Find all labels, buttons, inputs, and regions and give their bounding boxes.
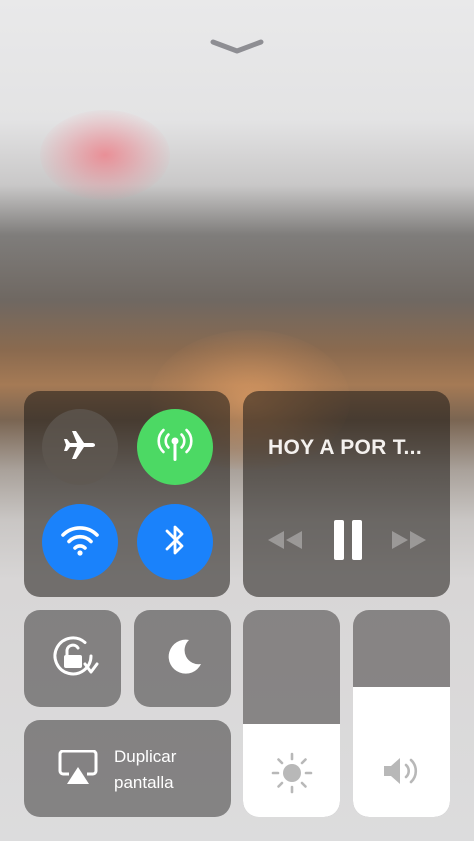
rewind-button[interactable]: [266, 528, 304, 556]
bluetooth-toggle[interactable]: [137, 504, 213, 580]
orientation-lock-button[interactable]: [24, 610, 121, 707]
wifi-toggle[interactable]: [42, 504, 118, 580]
now-playing-title: HOY A POR T...: [268, 436, 422, 459]
rotation-lock-icon: [45, 628, 101, 689]
wifi-icon: [59, 522, 101, 563]
fast-forward-button[interactable]: [390, 528, 428, 556]
airplane-mode-toggle[interactable]: [42, 409, 118, 485]
rewind-icon: [266, 529, 304, 556]
volume-slider[interactable]: [353, 610, 450, 817]
chevron-down-icon[interactable]: [209, 36, 265, 58]
speaker-icon: [382, 755, 422, 792]
volume-level-fill: [353, 686, 450, 817]
moon-icon: [161, 634, 205, 683]
brightness-slider[interactable]: [243, 610, 340, 817]
screen-mirroring-label: Duplicar pantalla: [114, 747, 177, 792]
airplane-icon: [61, 426, 99, 469]
airplay-icon: [58, 749, 98, 791]
cellular-data-toggle[interactable]: [137, 409, 213, 485]
now-playing-module[interactable]: [243, 391, 450, 597]
background-blur-highlight: [40, 110, 170, 200]
bluetooth-icon: [160, 520, 190, 565]
sun-icon: [271, 752, 313, 799]
antenna-icon: [153, 423, 197, 472]
fast-forward-icon: [390, 529, 428, 556]
do-not-disturb-button[interactable]: [134, 610, 231, 707]
pause-button[interactable]: [330, 519, 366, 566]
pause-icon: [332, 519, 364, 566]
